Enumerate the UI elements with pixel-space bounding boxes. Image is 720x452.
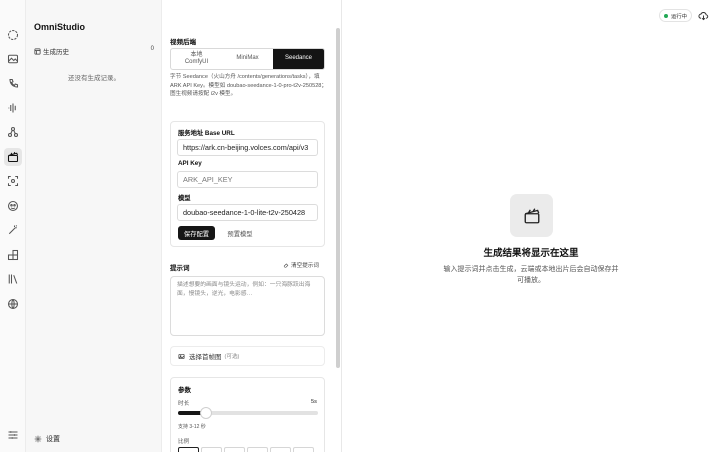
duration-value: 5s bbox=[311, 399, 317, 405]
duration-slider-thumb[interactable] bbox=[200, 407, 212, 419]
duration-label: 时长 bbox=[178, 401, 190, 407]
ratio-option[interactable] bbox=[178, 447, 199, 452]
segment-comfyui[interactable]: 本地 ComfyUI bbox=[171, 49, 222, 69]
globe-icon[interactable] bbox=[4, 295, 22, 313]
status-badge: 运行中 bbox=[659, 9, 692, 22]
prompt-label: 提示词 bbox=[170, 265, 190, 272]
chat-icon[interactable] bbox=[4, 26, 22, 44]
upload-optional-text: (可选) bbox=[224, 354, 240, 360]
blocks-icon[interactable] bbox=[4, 246, 22, 264]
icon-rail bbox=[0, 0, 26, 452]
model-label: 模型 bbox=[178, 195, 191, 202]
app-brand: OmniStudio bbox=[34, 22, 85, 32]
settings-button[interactable]: 设置 bbox=[34, 434, 60, 444]
panel-scrollbar[interactable] bbox=[336, 28, 340, 368]
empty-state-title: 生成结果将显示在这里 bbox=[483, 248, 579, 259]
first-frame-upload[interactable]: 选择首帧图 (可选) bbox=[170, 346, 325, 366]
backend-segmented-control: 本地 ComfyUI MiniMax Seedance bbox=[170, 48, 325, 70]
status-dot bbox=[664, 13, 669, 18]
settings-label: 设置 bbox=[46, 436, 60, 443]
eraser-icon bbox=[283, 263, 289, 268]
preset-model-button[interactable]: 预置模型 bbox=[222, 226, 258, 240]
nodes-icon[interactable] bbox=[4, 123, 22, 141]
segment-minimax[interactable]: MiniMax bbox=[222, 49, 273, 69]
base-url-input[interactable]: https://ark.cn-beijing.volces.com/api/v3 bbox=[177, 139, 318, 156]
backend-description: 字节 Seedance（火山方舟 /contents/generations/t… bbox=[170, 74, 328, 98]
ratio-option[interactable] bbox=[247, 447, 268, 452]
ratio-option[interactable] bbox=[224, 447, 245, 452]
ratio-option[interactable] bbox=[270, 447, 291, 452]
upload-label: 选择首帧图 bbox=[189, 354, 222, 361]
history-icon bbox=[34, 48, 41, 54]
mask-icon[interactable] bbox=[4, 197, 22, 215]
ratio-option[interactable] bbox=[293, 447, 314, 452]
api-key-label: API Key bbox=[178, 160, 202, 167]
ratio-option[interactable] bbox=[201, 447, 222, 452]
empty-state-description: 输入提示词并点击生成，云端或本地出片后会自动保存并可播放。 bbox=[443, 266, 619, 284]
history-label: 生成历史 bbox=[43, 49, 69, 56]
clapperboard-icon bbox=[510, 194, 553, 237]
gear-icon bbox=[34, 435, 42, 443]
status-label: 运行中 bbox=[671, 13, 687, 20]
api-key-input[interactable]: ARK_API_KEY bbox=[177, 171, 318, 188]
clear-prompt-button[interactable]: 清空提示词 bbox=[283, 261, 319, 269]
history-sidebar: OmniStudio 生成历史 0 还没有生成记录。 设置 bbox=[26, 0, 162, 452]
image-icon[interactable] bbox=[4, 50, 22, 68]
model-input[interactable]: doubao-seedance-1-0-lite-t2v-250428 bbox=[177, 204, 318, 221]
history-count: 0 bbox=[150, 46, 154, 52]
prompt-textarea[interactable]: 描述想要的画面与镜头运动，例如：一只海豚跃出海面，慢镜头，逆光，电影感… bbox=[170, 276, 325, 336]
scan-icon[interactable] bbox=[4, 172, 22, 190]
image-upload-icon bbox=[178, 353, 185, 359]
clear-prompt-label: 清空提示词 bbox=[291, 263, 319, 269]
history-header[interactable]: 生成历史 0 bbox=[34, 46, 154, 56]
base-url-label: 服务地址 Base URL bbox=[178, 130, 235, 137]
phone-icon[interactable] bbox=[4, 75, 22, 93]
ratio-options bbox=[178, 447, 314, 452]
library-icon[interactable] bbox=[4, 270, 22, 288]
clapperboard-icon[interactable] bbox=[4, 148, 22, 166]
save-config-button[interactable]: 保存配置 bbox=[178, 226, 215, 240]
magic-wand-icon[interactable] bbox=[4, 221, 22, 239]
audio-wave-icon[interactable] bbox=[4, 99, 22, 117]
duration-hint: 支持 3-12 秒 bbox=[178, 424, 206, 430]
segment-seedance[interactable]: Seedance bbox=[273, 49, 324, 69]
sliders-icon[interactable] bbox=[4, 426, 22, 444]
cloud-sync-icon[interactable] bbox=[697, 9, 710, 22]
backend-label: 视频后端 bbox=[170, 39, 196, 46]
params-label: 参数 bbox=[178, 387, 191, 394]
ratio-label: 比例 bbox=[178, 439, 190, 445]
history-empty-text: 还没有生成记录。 bbox=[68, 75, 120, 82]
